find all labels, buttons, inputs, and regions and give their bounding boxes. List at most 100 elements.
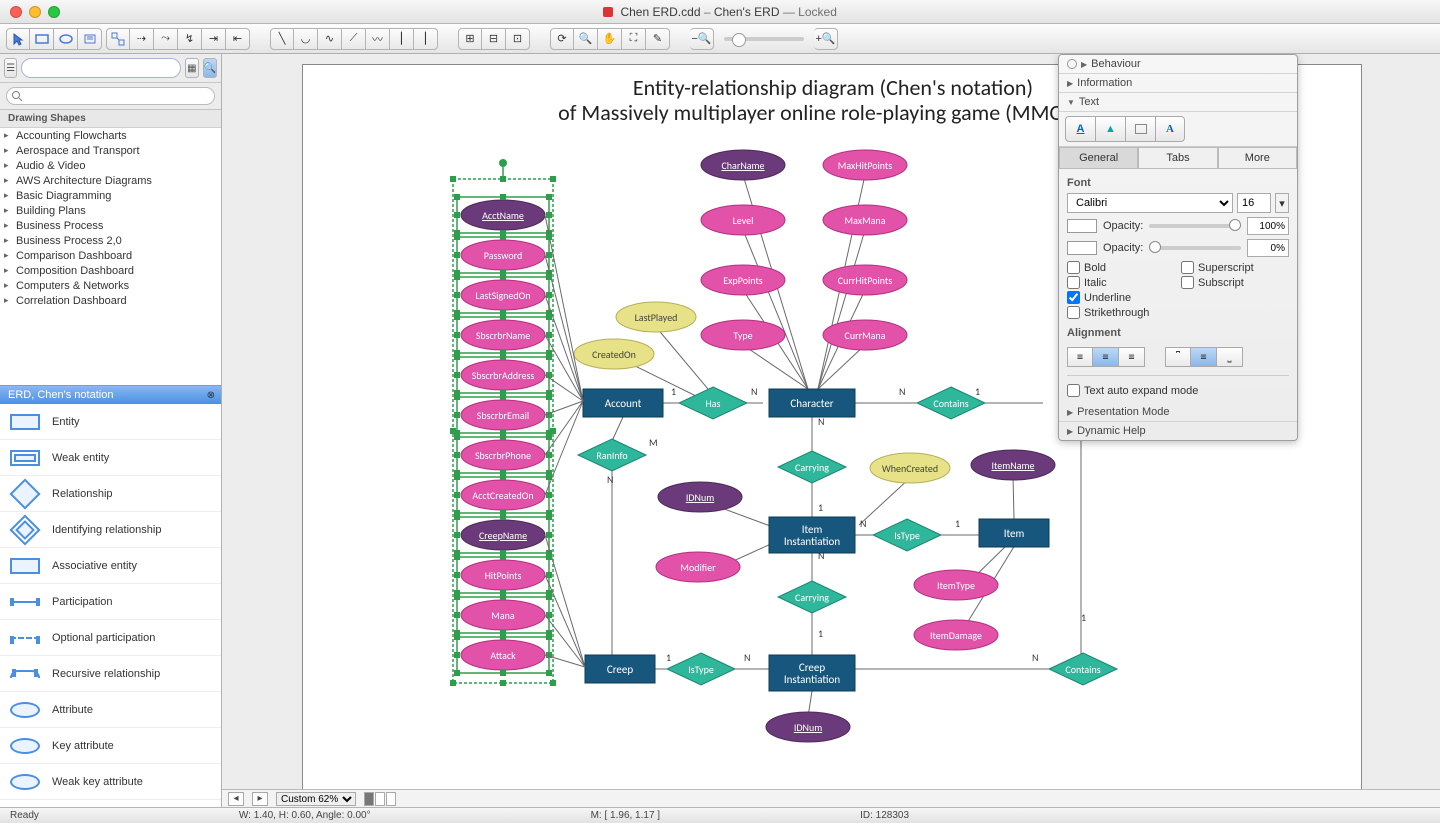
tree-item[interactable]: Audio & Video [0, 158, 221, 173]
valign-top[interactable]: ⎴ [1165, 347, 1191, 367]
tool-rect[interactable] [30, 28, 54, 50]
tool-connector-4[interactable]: ↯ [178, 28, 202, 50]
fill-icon[interactable] [1125, 116, 1155, 142]
shape-row[interactable]: Weak key attribute [0, 764, 221, 800]
zoom-slider[interactable] [724, 37, 804, 41]
italic-checkbox[interactable]: Italic [1067, 276, 1175, 289]
zoom-select[interactable]: Custom 62% [276, 792, 356, 806]
tool-curve[interactable]: ∿ [318, 28, 342, 50]
font-icon[interactable]: A [1155, 116, 1185, 142]
tool-connector-2[interactable]: ⇢ [130, 28, 154, 50]
tool-connector-5[interactable]: ⇥ [202, 28, 226, 50]
tool-connector-3[interactable]: ⤳ [154, 28, 178, 50]
tree-item[interactable]: Business Process [0, 218, 221, 233]
tree-item[interactable]: Business Process 2,0 [0, 233, 221, 248]
shape-row[interactable]: Associative entity [0, 548, 221, 584]
font-size-input[interactable] [1237, 193, 1271, 213]
shape-row[interactable]: Attribute [0, 692, 221, 728]
shape-row[interactable]: Entity [0, 404, 221, 440]
tool-align-3[interactable]: ⊡ [506, 28, 530, 50]
shape-row[interactable]: Key attribute [0, 728, 221, 764]
tree-item[interactable]: Computers & Networks [0, 278, 221, 293]
zoom-out-button[interactable]: −🔍 [690, 28, 714, 50]
sheet-next-icon[interactable]: ▸ [252, 792, 268, 806]
tool-arc[interactable]: ◡ [294, 28, 318, 50]
view-tab-1[interactable] [364, 792, 374, 806]
section-behaviour[interactable]: ▶Behaviour [1059, 55, 1297, 74]
library-search-icon[interactable]: 🔍 [203, 58, 217, 78]
bg-opacity-value[interactable] [1247, 239, 1289, 257]
auto-expand-checkbox[interactable]: Text auto expand mode [1067, 384, 1289, 397]
tool-refresh[interactable]: ⟳ [550, 28, 574, 50]
text-color-icon[interactable]: A [1065, 116, 1095, 142]
tree-item[interactable]: Accounting Flowcharts [0, 128, 221, 143]
tool-text[interactable] [78, 28, 102, 50]
tool-eyedrop[interactable]: ✎ [646, 28, 670, 50]
valign-bottom[interactable]: ⎵ [1217, 347, 1243, 367]
shape-search-input[interactable] [6, 87, 215, 105]
sheet-prev-icon[interactable]: ◂ [228, 792, 244, 806]
shape-row[interactable]: Weak entity [0, 440, 221, 476]
tool-stamp[interactable]: ⛶ [622, 28, 646, 50]
tree-item[interactable]: Basic Diagramming [0, 188, 221, 203]
tool-align-2[interactable]: ⊟ [482, 28, 506, 50]
section-text[interactable]: ▼Text [1059, 93, 1297, 112]
shape-row[interactable]: Optional participation [0, 620, 221, 656]
tree-item[interactable]: Comparison Dashboard [0, 248, 221, 263]
library-toggle-icon[interactable]: ☰ [4, 58, 17, 78]
bold-checkbox[interactable]: Bold [1067, 261, 1175, 274]
tool-connector-6[interactable]: ⇤ [226, 28, 250, 50]
tree-item[interactable]: Correlation Dashboard [0, 293, 221, 308]
tool-connector-1[interactable] [106, 28, 130, 50]
underline-checkbox[interactable]: Underline [1067, 291, 1175, 304]
shape-row[interactable]: Recursive relationship [0, 656, 221, 692]
font-name-select[interactable]: Calibri [1067, 193, 1233, 213]
library-tree[interactable]: Accounting FlowchartsAerospace and Trans… [0, 128, 221, 386]
subscript-checkbox[interactable]: Subscript [1181, 276, 1289, 289]
strikethrough-checkbox[interactable]: Strikethrough [1067, 306, 1175, 319]
bg-opacity-slider[interactable] [1149, 246, 1241, 250]
section-dynamic-help[interactable]: ▶Dynamic Help [1059, 422, 1297, 440]
shape-row[interactable]: Participation [0, 584, 221, 620]
align-right[interactable]: ≡ [1119, 347, 1145, 367]
tab-tabs[interactable]: Tabs [1138, 147, 1217, 168]
close-library-icon[interactable]: ⊗ [207, 390, 215, 401]
tool-v1[interactable]: ⎮ [390, 28, 414, 50]
active-library-tab[interactable]: ERD, Chen's notation ⊗ [0, 386, 221, 404]
bg-opacity-swatch[interactable] [1067, 241, 1097, 255]
shape-row[interactable]: Identifying relationship [0, 512, 221, 548]
tool-align-1[interactable]: ⊞ [458, 28, 482, 50]
tree-item[interactable]: Composition Dashboard [0, 263, 221, 278]
tree-item[interactable]: AWS Architecture Diagrams [0, 173, 221, 188]
section-information[interactable]: ▶Information [1059, 74, 1297, 93]
align-center[interactable]: ≡ [1093, 347, 1119, 367]
text-opacity-swatch[interactable] [1067, 219, 1097, 233]
tool-pointer[interactable] [6, 28, 30, 50]
tool-ellipse[interactable] [54, 28, 78, 50]
tool-v2[interactable]: ⎮ [414, 28, 438, 50]
valign-middle[interactable]: ≡ [1191, 347, 1217, 367]
zoom-in-button[interactable]: +🔍 [814, 28, 838, 50]
shape-row[interactable]: Derived attribute [0, 800, 221, 807]
tree-item[interactable]: Aerospace and Transport [0, 143, 221, 158]
shape-row[interactable]: Relationship [0, 476, 221, 512]
tab-general[interactable]: General [1059, 147, 1138, 168]
tree-item[interactable]: Building Plans [0, 203, 221, 218]
view-tab-2[interactable] [375, 792, 385, 806]
tool-zoom[interactable]: 🔍 [574, 28, 598, 50]
tool-poly[interactable]: ⟋ [342, 28, 366, 50]
align-left[interactable]: ≡ [1067, 347, 1093, 367]
tool-bezier[interactable]: 〰 [366, 28, 390, 50]
view-tab-3[interactable] [386, 792, 396, 806]
text-opacity-value[interactable] [1247, 217, 1289, 235]
section-presentation[interactable]: ▶Presentation Mode [1059, 403, 1297, 422]
library-grid-icon[interactable]: ▦ [185, 58, 198, 78]
highlight-icon[interactable]: ▲ [1095, 116, 1125, 142]
tab-more[interactable]: More [1218, 147, 1297, 168]
library-search-input[interactable] [21, 58, 181, 78]
superscript-checkbox[interactable]: Superscript [1181, 261, 1289, 274]
tool-line[interactable]: ╲ [270, 28, 294, 50]
text-opacity-slider[interactable] [1149, 224, 1241, 228]
tool-pan[interactable]: ✋ [598, 28, 622, 50]
canvas-area[interactable]: Entity-relationship diagram (Chen's nota… [222, 54, 1440, 807]
